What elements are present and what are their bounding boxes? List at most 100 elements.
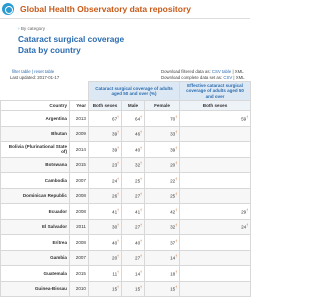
country-cell: Bolivia (Plurinational State of) [0, 141, 70, 158]
column-header-year[interactable]: Year [69, 100, 89, 111]
confidence-interval-icon[interactable]: † [140, 223, 142, 227]
country-cell: Guatemala [0, 265, 70, 282]
year-cell-value: 2014 [75, 146, 86, 152]
confidence-interval-icon[interactable]: † [175, 177, 177, 181]
confidence-interval-icon[interactable]: † [140, 270, 142, 274]
male-cell: 40† [121, 234, 145, 251]
column-header-both-sexes[interactable]: Both sexes [88, 100, 122, 111]
year-cell-value: 2013 [75, 115, 86, 121]
confidence-interval-icon[interactable]: † [175, 161, 177, 165]
table-row: Bhutan 2009 39† 46† 33† [0, 125, 252, 142]
country-cell: Ecuador [0, 203, 70, 220]
confidence-interval-icon[interactable]: † [246, 208, 248, 212]
year-cell-value: 2008 [75, 239, 86, 245]
confidence-interval-icon[interactable]: † [140, 239, 142, 243]
column-header-male[interactable]: Male [121, 100, 145, 111]
confidence-interval-icon[interactable]: † [117, 115, 119, 119]
download-complete-rest[interactable]: | XML [233, 75, 244, 80]
year-cell: 2011 [69, 218, 89, 235]
country-cell: Gambia [0, 249, 70, 266]
year-cell-value: 2010 [75, 286, 86, 292]
last-updated: Last updated: 2017-01-17 [10, 75, 60, 80]
confidence-interval-icon[interactable]: † [175, 285, 177, 289]
female-cell: 37† [143, 234, 181, 251]
confidence-interval-icon[interactable]: † [117, 146, 119, 150]
site-title[interactable]: Global Health Observatory data repositor… [20, 4, 191, 14]
filter-table-link[interactable]: filter table [12, 69, 31, 74]
filter-links: filter table | reset table [12, 69, 54, 74]
who-logo-icon[interactable] [2, 3, 14, 15]
year-cell: 2009 [69, 125, 89, 142]
confidence-interval-icon[interactable]: † [175, 208, 177, 212]
column-header-country[interactable]: Country [0, 100, 70, 111]
confidence-interval-icon[interactable]: † [246, 115, 248, 119]
download-filtered-csv-link[interactable]: CSV table [212, 69, 231, 74]
year-cell: 2010 [69, 280, 89, 297]
confidence-interval-icon[interactable]: † [117, 177, 119, 181]
confidence-interval-icon[interactable]: † [140, 130, 142, 134]
country-cell-value: Guinea-Bissau [34, 286, 67, 292]
confidence-interval-icon[interactable]: † [117, 270, 119, 274]
confidence-interval-icon[interactable]: † [175, 223, 177, 227]
ecsc-both-sexes-cell [179, 156, 252, 173]
year-cell-value: 2007 [75, 177, 86, 183]
breadcrumb-by-category[interactable]: By category [21, 26, 45, 31]
confidence-interval-icon[interactable]: † [140, 161, 142, 165]
male-cell: 14† [121, 265, 145, 282]
country-cell: Guinea-Bissau [0, 280, 70, 297]
confidence-interval-icon[interactable]: † [117, 208, 119, 212]
male-cell: 15† [121, 280, 145, 297]
confidence-interval-icon[interactable]: † [117, 192, 119, 196]
confidence-interval-icon[interactable]: † [175, 192, 177, 196]
header-group-ecsc: Effective cataract surgical coverage of … [179, 81, 252, 101]
ecsc-both-sexes-cell [179, 265, 252, 282]
year-cell: 2007 [69, 172, 89, 189]
confidence-interval-icon[interactable]: † [175, 146, 177, 150]
female-cell: 22† [143, 172, 181, 189]
confidence-interval-icon[interactable]: † [117, 130, 119, 134]
confidence-interval-icon[interactable]: † [140, 192, 142, 196]
confidence-interval-icon[interactable]: † [117, 223, 119, 227]
confidence-interval-icon[interactable]: † [140, 285, 142, 289]
ecsc-both-sexes-cell: 29† [179, 203, 252, 220]
confidence-interval-icon[interactable]: † [140, 177, 142, 181]
reset-table-link[interactable]: reset table [34, 69, 54, 74]
female-cell: 14† [143, 249, 181, 266]
breadcrumb[interactable]: › By category [18, 26, 45, 31]
download-filtered-rest[interactable]: | XML [232, 69, 243, 74]
confidence-interval-icon[interactable]: † [175, 254, 177, 258]
column-header-female[interactable]: Female [143, 100, 181, 111]
confidence-interval-icon[interactable]: † [140, 254, 142, 258]
female-cell: 70† [143, 110, 181, 127]
country-cell-value: El Salvador [41, 224, 67, 230]
ecsc-both-sexes-cell [179, 234, 252, 251]
confidence-interval-icon[interactable]: † [175, 130, 177, 134]
both-sexes-cell: 39† [88, 125, 122, 142]
confidence-interval-icon[interactable]: † [140, 115, 142, 119]
column-header-both-sexes-2[interactable]: Both sexes [179, 100, 252, 111]
female-cell: 25† [143, 187, 181, 204]
table-row: Dominican Republic 2008 26† 27† 25† [0, 187, 252, 204]
confidence-interval-icon[interactable]: † [117, 161, 119, 165]
both-sexes-cell: 24† [88, 172, 122, 189]
confidence-interval-icon[interactable]: † [175, 239, 177, 243]
table-row: Gambia 2007 20† 27† 14† [0, 249, 252, 266]
year-cell: 2015 [69, 265, 89, 282]
both-sexes-cell: 11† [88, 265, 122, 282]
confidence-interval-icon[interactable]: † [175, 115, 177, 119]
both-sexes-cell: 26† [88, 187, 122, 204]
confidence-interval-icon[interactable]: † [140, 208, 142, 212]
year-cell-value: 2015 [75, 270, 86, 276]
download-complete-csv-link[interactable]: CSV [223, 75, 232, 80]
table-row: Ecuador 2008 41† 41† 42† 29† [0, 203, 252, 220]
male-cell: 46† [121, 125, 145, 142]
confidence-interval-icon[interactable]: † [140, 146, 142, 150]
confidence-interval-icon[interactable]: † [117, 239, 119, 243]
country-cell: Bhutan [0, 125, 70, 142]
country-cell-value: Guatemala [43, 270, 68, 276]
ecsc-both-sexes-cell [179, 249, 252, 266]
confidence-interval-icon[interactable]: † [117, 254, 119, 258]
confidence-interval-icon[interactable]: † [175, 270, 177, 274]
confidence-interval-icon[interactable]: † [117, 285, 119, 289]
confidence-interval-icon[interactable]: † [246, 223, 248, 227]
